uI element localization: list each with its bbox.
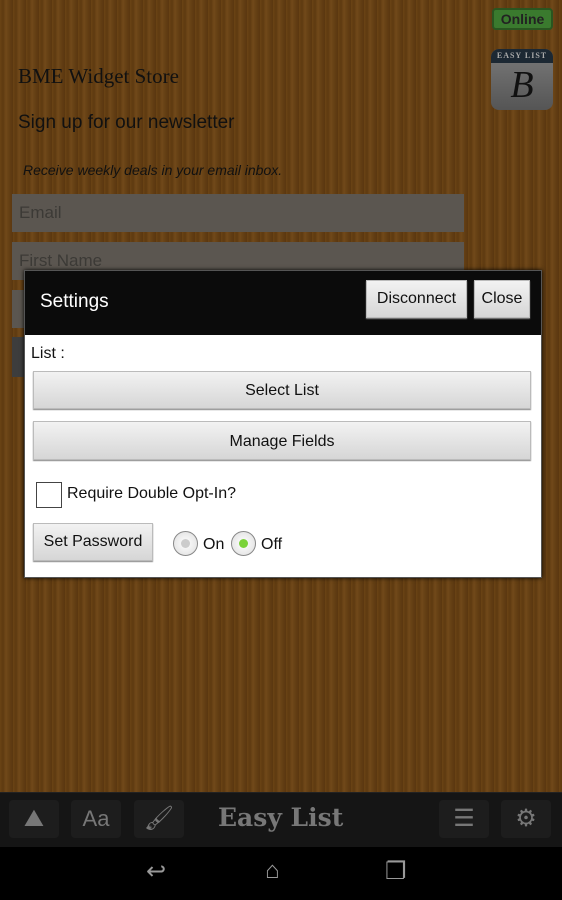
bottom-toolbar: ⛰ Aa 🖌 Easy List ☰ ⚙	[0, 792, 562, 847]
dialog-header: Settings Disconnect Close	[25, 271, 541, 335]
set-password-button[interactable]: Set Password	[33, 523, 153, 561]
logo-letter: B	[510, 64, 534, 106]
radio-off-label: Off	[261, 536, 283, 553]
notepad-icon[interactable]: ☰	[439, 800, 489, 838]
toolbar-title: Easy List	[218, 803, 344, 832]
logo-band: EASY LIST	[491, 49, 553, 63]
manage-fields-button[interactable]: Manage Fields	[33, 421, 531, 460]
store-title: BME Widget Store	[18, 64, 179, 88]
radio-on-label: On	[203, 536, 225, 553]
online-status-badge: Online	[492, 8, 553, 30]
android-nav-bar: ↩ ⌂ ❐	[0, 847, 562, 900]
font-icon[interactable]: Aa	[71, 800, 121, 838]
home-icon[interactable]: ⌂	[265, 857, 280, 885]
radio-off[interactable]	[231, 531, 256, 556]
double-optin-checkbox[interactable]	[36, 482, 62, 508]
easy-list-logo[interactable]: EASY LIST B	[491, 49, 553, 110]
radio-on[interactable]	[173, 531, 198, 556]
double-optin-label: Require Double Opt-In?	[67, 485, 236, 502]
select-list-button[interactable]: Select List	[33, 371, 531, 409]
brush-icon[interactable]: 🖌	[134, 800, 184, 838]
signup-subtext: Receive weekly deals in your email inbox…	[23, 162, 283, 178]
signup-heading: Sign up for our newsletter	[18, 112, 235, 133]
disconnect-button[interactable]: Disconnect	[366, 280, 467, 318]
settings-dialog: Settings Disconnect Close List : Select …	[24, 270, 542, 578]
back-icon[interactable]: ↩	[146, 857, 166, 886]
close-button[interactable]: Close	[474, 280, 530, 318]
radio-dot-icon	[239, 539, 248, 548]
email-field[interactable]: Email	[12, 194, 464, 232]
recents-icon[interactable]: ❐	[385, 857, 407, 886]
radio-dot-icon	[181, 539, 190, 548]
dialog-title: Settings	[40, 291, 109, 312]
list-label: List :	[31, 345, 65, 362]
image-icon[interactable]: ⛰	[9, 800, 59, 838]
gear-icon[interactable]: ⚙	[501, 800, 551, 838]
